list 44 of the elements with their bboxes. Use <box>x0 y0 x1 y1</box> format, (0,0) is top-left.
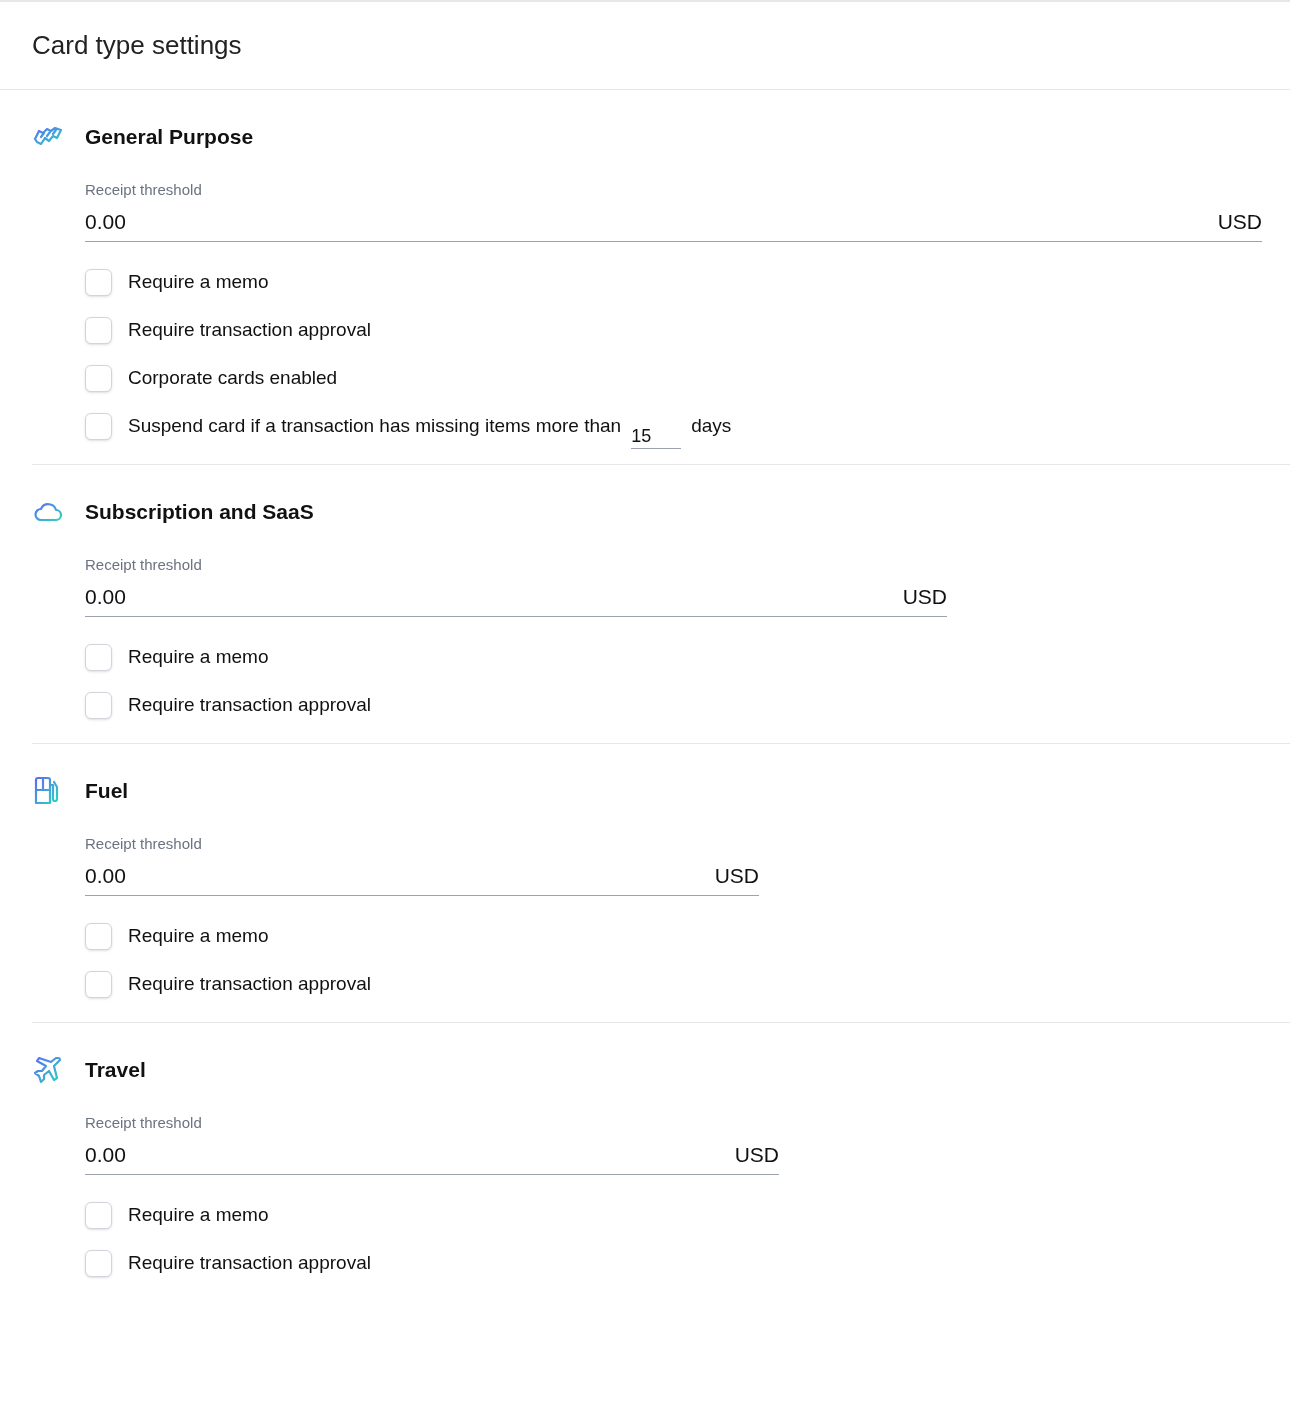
checkbox-label: Require transaction approval <box>128 1250 371 1275</box>
currency-label: USD <box>902 583 947 610</box>
checkbox-label: Require a memo <box>128 923 269 948</box>
checkbox-label: Require a memo <box>128 644 269 669</box>
checkbox-label: Require transaction approval <box>128 692 371 717</box>
page-title: Card type settings <box>32 29 242 62</box>
threshold-field[interactable]: 0.00 USD <box>85 1135 779 1175</box>
section-title: Travel <box>85 1057 146 1084</box>
field-label: Receipt threshold <box>85 180 202 200</box>
threshold-field[interactable]: 0.00 USD <box>85 577 947 617</box>
checkbox-label: Require transaction approval <box>128 971 371 996</box>
checkbox[interactable] <box>85 1249 112 1277</box>
checkbox-label: Require a memo <box>128 1202 269 1227</box>
field-value: 0.00 <box>85 862 126 889</box>
checkbox-label: Require a memo <box>128 269 269 294</box>
checkbox[interactable] <box>85 316 112 344</box>
threshold-field[interactable]: 0.00 USD <box>85 856 759 896</box>
checkbox-label: Suspend card if a transaction has missing items more than <box>128 413 622 438</box>
checkbox[interactable] <box>85 364 112 392</box>
checkbox[interactable] <box>85 970 112 998</box>
checkbox[interactable] <box>85 691 112 719</box>
currency-label: USD <box>1217 208 1262 235</box>
threshold-field[interactable]: 0.00 USD <box>85 202 1262 242</box>
field-value: 0.00 <box>85 1141 126 1168</box>
checkbox[interactable] <box>85 412 112 440</box>
checkbox[interactable] <box>85 1201 112 1229</box>
checkbox-label: Require transaction approval <box>128 317 371 342</box>
currency-label: USD <box>714 862 759 889</box>
section-title: General Purpose <box>85 124 254 151</box>
days-field[interactable]: 15 <box>631 415 682 449</box>
checkbox[interactable] <box>85 643 112 671</box>
airplane-icon <box>32 1054 64 1086</box>
field-value: 0.00 <box>85 583 126 610</box>
days-label: days <box>691 413 732 438</box>
field-label: Receipt threshold <box>85 1113 202 1133</box>
section-title: Subscription and SaaS <box>85 499 314 526</box>
field-value: 0.00 <box>85 208 126 235</box>
section-title: Fuel <box>85 778 129 805</box>
checkbox-label: Corporate cards enabled <box>128 365 338 390</box>
field-label: Receipt threshold <box>85 555 202 575</box>
currency-label: USD <box>734 1141 779 1168</box>
checkbox[interactable] <box>85 922 112 950</box>
checkbox[interactable] <box>85 268 112 296</box>
field-label: Receipt threshold <box>85 834 202 854</box>
